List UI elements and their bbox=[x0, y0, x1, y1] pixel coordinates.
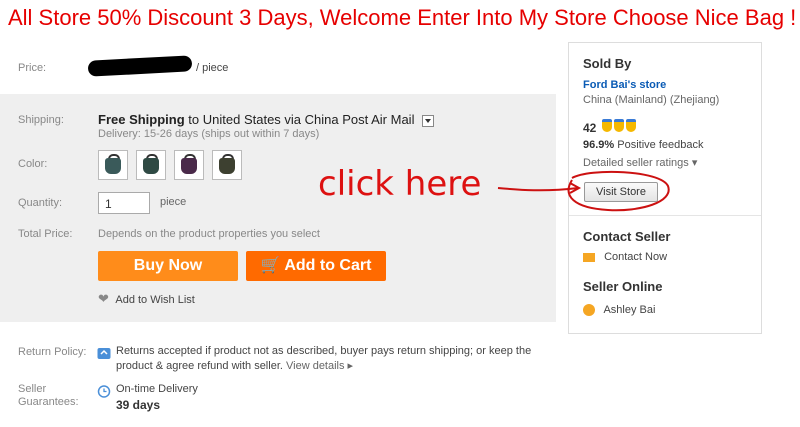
clock-icon bbox=[97, 385, 111, 398]
price-unit: / piece bbox=[196, 62, 229, 74]
medal-icon bbox=[626, 119, 636, 132]
color-swatch[interactable] bbox=[98, 150, 128, 180]
feedback-percentage: 96.9% bbox=[583, 139, 615, 151]
medal-icon bbox=[602, 119, 612, 132]
color-swatch[interactable] bbox=[212, 150, 242, 180]
seller-guarantees-label: Seller Guarantees: bbox=[18, 383, 79, 408]
annotation-arrow-and-circle bbox=[497, 170, 670, 212]
contact-now-label: Contact Now bbox=[604, 251, 668, 263]
contact-seller-heading: Contact Seller bbox=[583, 229, 671, 244]
feedback-label: Positive feedback bbox=[617, 139, 704, 151]
return-policy-label: Return Policy: bbox=[18, 346, 87, 358]
delivery-estimate: Delivery: 15-26 days (ships out within 7… bbox=[98, 128, 320, 140]
seller-online-name: Ashley Bai bbox=[603, 304, 656, 316]
medal-icon bbox=[614, 119, 624, 132]
mail-icon bbox=[583, 252, 595, 262]
shipping-label: Shipping: bbox=[18, 114, 64, 126]
quantity-unit: piece bbox=[160, 196, 187, 208]
heart-icon: ❤ bbox=[98, 291, 109, 306]
buy-now-button[interactable]: Buy Now bbox=[98, 251, 238, 281]
price-label: Price: bbox=[18, 62, 47, 74]
seller-online-user[interactable]: Ashley Bai bbox=[583, 304, 656, 317]
seller-online-heading: Seller Online bbox=[583, 279, 663, 294]
color-swatch[interactable] bbox=[174, 150, 204, 180]
on-time-delivery: On-time Delivery bbox=[116, 383, 198, 395]
cart-icon: 🛒 bbox=[260, 257, 281, 274]
delivery-days: 39 days bbox=[116, 398, 161, 412]
return-icon bbox=[97, 348, 111, 359]
chat-face-icon bbox=[583, 304, 595, 317]
quantity-label: Quantity: bbox=[18, 197, 63, 209]
view-details-link[interactable]: View details ▸ bbox=[286, 360, 353, 372]
add-to-cart-label: Add to Cart bbox=[284, 257, 372, 274]
store-location: China (Mainland) (Zhejiang) bbox=[583, 94, 720, 106]
add-to-cart-button[interactable]: 🛒 Add to Cart bbox=[246, 251, 386, 281]
store-name-link[interactable]: Ford Bai's store bbox=[583, 79, 666, 91]
color-label: Color: bbox=[18, 158, 48, 170]
shipping-destination: to United States via China Post Air Mail bbox=[188, 112, 415, 127]
seller-score: 42 bbox=[583, 121, 597, 135]
shipping-info: Free Shipping to United States via China… bbox=[98, 112, 435, 127]
total-price-label: Total Price: bbox=[18, 228, 73, 240]
contact-now-link[interactable]: Contact Now bbox=[583, 251, 667, 263]
free-shipping-text: Free Shipping bbox=[98, 112, 185, 127]
shipping-dropdown-icon[interactable] bbox=[422, 114, 435, 127]
quantity-input[interactable]: 1 bbox=[98, 192, 150, 214]
return-policy-text: Returns accepted if product not as descr… bbox=[116, 344, 546, 374]
click-here-annotation: click here bbox=[318, 164, 482, 204]
total-price-value: Depends on the product properties you se… bbox=[98, 228, 320, 240]
color-swatch[interactable] bbox=[136, 150, 166, 180]
add-to-wish-list-link[interactable]: ❤ Add to Wish List bbox=[98, 291, 195, 307]
positive-feedback: 96.9% Positive feedback bbox=[583, 139, 703, 151]
wish-list-label: Add to Wish List bbox=[115, 294, 195, 306]
price-redaction-scribble bbox=[87, 55, 193, 77]
promo-banner: All Store 50% Discount 3 Days, Welcome E… bbox=[8, 5, 797, 30]
sold-by-heading: Sold By bbox=[583, 56, 632, 71]
